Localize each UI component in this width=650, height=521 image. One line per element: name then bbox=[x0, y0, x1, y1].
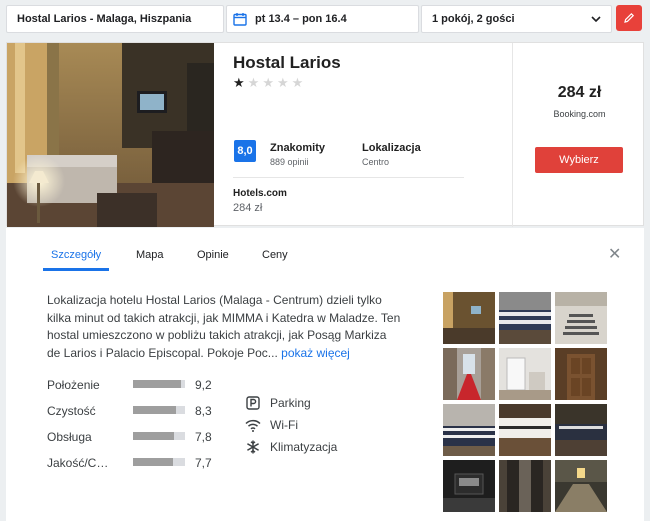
score-value: 9,2 bbox=[195, 378, 212, 392]
gallery-photo[interactable] bbox=[443, 348, 495, 400]
edit-search-button[interactable] bbox=[616, 5, 642, 31]
score-row: Czystość 8,3 bbox=[47, 402, 222, 422]
destination-field[interactable]: Hostal Larios - Malaga, Hiszpania bbox=[6, 5, 224, 33]
wifi-icon bbox=[245, 419, 261, 432]
guests-value: 1 pokój, 2 gości bbox=[432, 13, 515, 25]
pencil-icon bbox=[624, 12, 635, 23]
gallery-photo[interactable] bbox=[555, 292, 607, 344]
chevron-down-icon bbox=[591, 16, 601, 22]
tab-details[interactable]: Szczegóły bbox=[51, 249, 101, 261]
score-bar bbox=[133, 432, 185, 440]
score-value: 7,8 bbox=[195, 430, 212, 444]
divider bbox=[233, 177, 464, 178]
score-bar-fill bbox=[133, 406, 176, 414]
star-icon: ★ bbox=[262, 75, 277, 90]
score-label: Jakość/C… bbox=[47, 456, 109, 470]
score-bar-fill bbox=[133, 432, 174, 440]
score-label: Położenie bbox=[47, 378, 100, 392]
dates-value: pt 13.4 – pon 16.4 bbox=[255, 13, 347, 25]
search-bar: Hostal Larios - Malaga, Hiszpania pt 13.… bbox=[0, 0, 650, 38]
hotel-name[interactable]: Hostal Larios bbox=[233, 53, 341, 73]
star-rating: ★★★★★ bbox=[233, 75, 306, 91]
score-row: Jakość/C… 7,7 bbox=[47, 454, 222, 474]
provider-name[interactable]: Hotels.com bbox=[233, 188, 287, 199]
gallery-photo[interactable] bbox=[499, 348, 551, 400]
score-row: Położenie 9,2 bbox=[47, 376, 222, 396]
select-button[interactable]: Wybierz bbox=[535, 147, 623, 173]
details-panel: Szczegóły Mapa Opinie Ceny ✕ Lokalizacja… bbox=[6, 228, 644, 521]
provider-price: 284 zł bbox=[233, 202, 263, 214]
calendar-icon bbox=[233, 13, 247, 26]
score-bar-fill bbox=[133, 458, 173, 466]
gallery-photo[interactable] bbox=[555, 404, 607, 456]
destination-value: Hostal Larios - Malaga, Hiszpania bbox=[17, 13, 192, 25]
score-row: Obsługa 7,8 bbox=[47, 428, 222, 448]
rating-word: Znakomity bbox=[270, 142, 326, 154]
parking-icon bbox=[246, 396, 260, 410]
score-bar-fill bbox=[133, 380, 181, 388]
amenity-label: Klimatyzacja bbox=[270, 440, 338, 454]
tab-bar: Szczegóły Mapa Opinie Ceny ✕ bbox=[6, 228, 644, 272]
location-label: Lokalizacja bbox=[362, 142, 421, 154]
gallery-photo[interactable] bbox=[555, 348, 607, 400]
hotel-info: Hostal Larios ★★★★★ 8,0 Znakomity 889 op… bbox=[214, 43, 512, 227]
amenity-label: Parking bbox=[270, 396, 311, 410]
score-label: Obsługa bbox=[47, 430, 92, 444]
amenity-ac: Klimatyzacja bbox=[244, 437, 394, 457]
gallery-photo[interactable] bbox=[499, 460, 551, 512]
gallery-photo[interactable] bbox=[443, 292, 495, 344]
score-bar bbox=[133, 380, 185, 388]
amenity-parking: Parking bbox=[244, 393, 394, 413]
location-value: Centro bbox=[362, 157, 390, 167]
review-count: 889 opinii bbox=[270, 157, 309, 167]
score-bar bbox=[133, 406, 185, 414]
price-column: 284 zł Booking.com Wybierz bbox=[512, 43, 645, 227]
score-value: 7,7 bbox=[195, 456, 212, 470]
amenity-label: Wi-Fi bbox=[270, 418, 298, 432]
star-icon: ★ bbox=[233, 75, 248, 90]
main-price: 284 zł bbox=[557, 84, 602, 101]
dates-field[interactable]: pt 13.4 – pon 16.4 bbox=[226, 5, 419, 33]
star-icon: ★ bbox=[276, 75, 292, 90]
gallery-photo[interactable] bbox=[499, 404, 551, 456]
score-value: 8,3 bbox=[195, 404, 212, 418]
gallery-photo[interactable] bbox=[443, 404, 495, 456]
snowflake-icon bbox=[247, 440, 259, 454]
tab-reviews[interactable]: Opinie bbox=[197, 249, 229, 261]
score-label: Czystość bbox=[47, 404, 96, 418]
show-more-link[interactable]: pokaż więcej bbox=[281, 346, 350, 360]
tab-map[interactable]: Mapa bbox=[136, 249, 164, 261]
gallery-photo[interactable] bbox=[499, 292, 551, 344]
amenity-wifi: Wi-Fi bbox=[244, 415, 394, 435]
score-bar bbox=[133, 458, 185, 466]
star-icon: ★ bbox=[291, 75, 307, 90]
star-icon: ★ bbox=[247, 75, 263, 90]
hotel-card[interactable]: Hostal Larios ★★★★★ 8,0 Znakomity 889 op… bbox=[6, 42, 645, 227]
gallery-photo[interactable] bbox=[555, 460, 607, 512]
hotel-description: Lokalizacja hotelu Hostal Larios (Malaga… bbox=[47, 292, 402, 362]
guests-dropdown[interactable]: 1 pokój, 2 gości bbox=[421, 5, 612, 33]
active-tab-indicator bbox=[43, 268, 109, 271]
close-icon[interactable]: ✕ bbox=[608, 247, 621, 263]
gallery-photo[interactable] bbox=[443, 460, 495, 512]
hotel-photo[interactable] bbox=[7, 43, 214, 227]
main-provider: Booking.com bbox=[553, 109, 606, 119]
tab-prices[interactable]: Ceny bbox=[262, 249, 288, 261]
rating-badge: 8,0 bbox=[234, 140, 256, 162]
